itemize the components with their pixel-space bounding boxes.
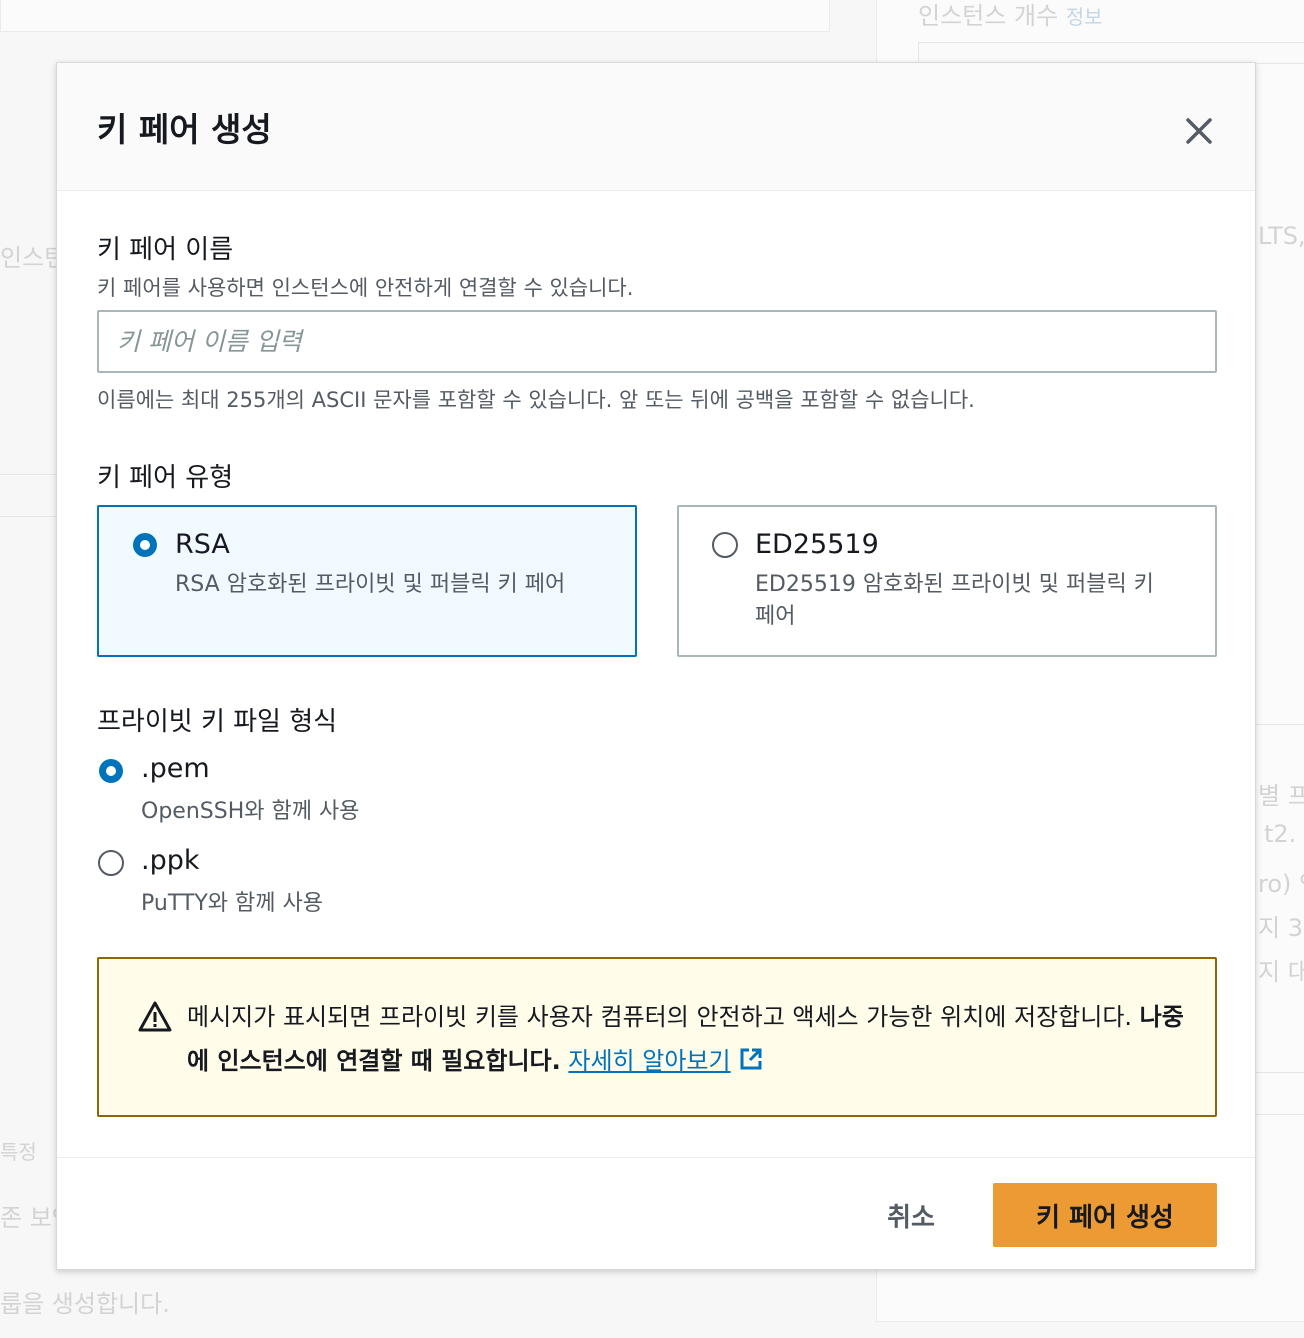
- private-key-format-label: 프라이빗 키 파일 형식: [97, 707, 338, 737]
- external-link-icon[interactable]: [737, 1045, 765, 1073]
- bg-input: [918, 42, 1304, 64]
- bg-divider: [1256, 1114, 1304, 1115]
- dialog-title: 키 페어 생성: [97, 110, 272, 149]
- key-pair-name-input[interactable]: [97, 310, 1217, 373]
- close-button[interactable]: [1175, 107, 1223, 155]
- learn-more-link[interactable]: 자세히 알아보기: [568, 1047, 730, 1075]
- bg-divider: [0, 516, 56, 517]
- bg-fragment: 별 프: [1258, 782, 1304, 810]
- key-type-description: ED25519 암호화된 프라이빗 및 퍼블릭 키 페어: [755, 572, 1154, 629]
- key-pair-name-constraint: 이름에는 최대 255개의 ASCII 문자를 포함할 수 있습니다. 앞 또는…: [97, 388, 975, 412]
- bg-info-link: 정보: [1065, 5, 1103, 29]
- radio-unselected-icon[interactable]: [711, 531, 739, 559]
- key-type-title: ED25519: [755, 529, 879, 560]
- key-type-title: RSA: [175, 529, 230, 560]
- key-type-tile-rsa[interactable]: RSA RSA 암호화된 프라이빗 및 퍼블릭 키 페어: [97, 505, 637, 657]
- key-pair-name-label: 키 페어 이름: [97, 235, 234, 265]
- bg-instance-count-text: 인스턴스 개수: [918, 2, 1059, 30]
- format-description: OpenSSH와 함께 사용: [141, 799, 360, 824]
- bg-fragment: ro) 인: [1258, 870, 1304, 898]
- format-title: .pem: [141, 753, 210, 784]
- bg-divider: [0, 474, 56, 475]
- format-description: PuTTY와 함께 사용: [141, 891, 323, 916]
- create-key-pair-button[interactable]: 키 페어 생성: [993, 1183, 1217, 1247]
- bg-fragment: LTS,: [1258, 222, 1304, 250]
- bg-instance-count-label: 인스턴스 개수 정보: [918, 0, 1103, 31]
- create-key-pair-dialog: 키 페어 생성 키 페어 이름 키 페어를 사용하면 인스턴스에 안전하게 연결…: [56, 62, 1256, 1270]
- close-icon: [1186, 118, 1212, 144]
- footer-divider: [57, 1157, 1255, 1158]
- background-panel: [0, 0, 830, 32]
- bg-fragment: t2.: [1264, 820, 1297, 848]
- bg-fragment: 룹을 생성합니다.: [0, 1290, 170, 1318]
- bg-fragment: 지 30: [1258, 914, 1304, 942]
- warning-icon: [138, 1001, 172, 1032]
- format-title: .ppk: [141, 845, 200, 876]
- bg-fragment: 특정: [0, 1140, 37, 1164]
- alert-message: 메시지가 표시되면 프라이빗 키를 사용자 컴퓨터의 안전하고 액세스 가능한 …: [187, 995, 1187, 1083]
- bg-fragment: 지 대: [1258, 958, 1304, 986]
- format-option-pem[interactable]: .pem OpenSSH와 함께 사용: [97, 753, 497, 837]
- bg-divider: [1256, 1072, 1304, 1073]
- radio-selected-icon[interactable]: [97, 757, 125, 785]
- key-pair-type-label: 키 페어 유형: [97, 463, 234, 493]
- cancel-button[interactable]: 취소: [865, 1183, 957, 1247]
- radio-selected-icon[interactable]: [131, 531, 159, 559]
- dialog-header: 키 페어 생성: [57, 63, 1255, 191]
- warning-alert: 메시지가 표시되면 프라이빗 키를 사용자 컴퓨터의 안전하고 액세스 가능한 …: [97, 957, 1217, 1117]
- alert-text: 메시지가 표시되면 프라이빗 키를 사용자 컴퓨터의 안전하고 액세스 가능한 …: [187, 1003, 1140, 1031]
- radio-unselected-icon[interactable]: [97, 849, 125, 877]
- key-type-tile-ed25519[interactable]: ED25519 ED25519 암호화된 프라이빗 및 퍼블릭 키 페어: [677, 505, 1217, 657]
- key-pair-name-description: 키 페어를 사용하면 인스턴스에 안전하게 연결할 수 있습니다.: [97, 276, 634, 300]
- format-option-ppk[interactable]: .ppk PuTTY와 함께 사용: [97, 845, 497, 929]
- key-type-description: RSA 암호화된 프라이빗 및 퍼블릭 키 페어: [175, 572, 566, 597]
- bg-divider: [1256, 724, 1304, 725]
